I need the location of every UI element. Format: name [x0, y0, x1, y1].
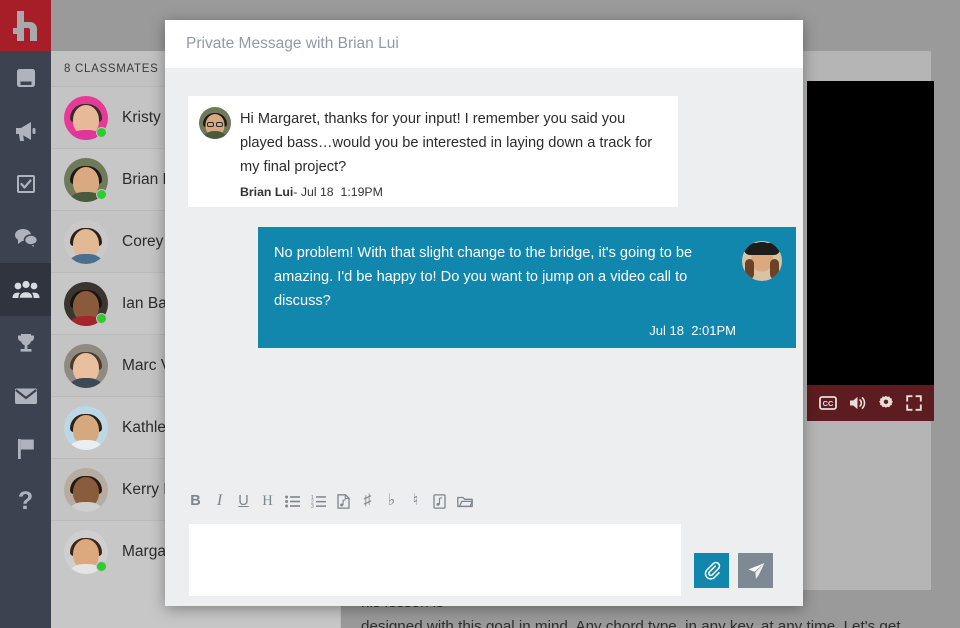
- heading-icon[interactable]: H: [261, 492, 274, 510]
- nav-item-messages[interactable]: [0, 369, 51, 422]
- online-status-dot: [96, 312, 107, 324]
- message-time: 2:01PM: [691, 323, 736, 338]
- private-message-modal: Private Message with Brian Lui Hi Margar…: [165, 20, 803, 606]
- checkbox-icon: [16, 174, 35, 193]
- paperclip-icon: [704, 561, 720, 580]
- volume-icon: [849, 396, 865, 410]
- open-folder-icon[interactable]: [457, 492, 473, 510]
- nav-item-lessons[interactable]: [0, 51, 51, 104]
- message-meta: Brian Lui- Jul 18 1:19PM: [240, 185, 664, 199]
- left-nav-rail: ?: [0, 0, 51, 628]
- avatar: [64, 157, 108, 202]
- insert-score-icon[interactable]: [337, 492, 350, 510]
- message-outgoing: No problem! With that slight change to t…: [258, 227, 796, 348]
- online-status-dot: [96, 560, 107, 572]
- video-player[interactable]: [807, 81, 934, 421]
- send-message-button[interactable]: [738, 553, 773, 588]
- nav-item-assignments[interactable]: [0, 157, 51, 210]
- online-status-dot: [96, 126, 107, 138]
- closed-caption-icon: CC: [818, 396, 837, 410]
- megaphone-icon: [15, 121, 35, 141]
- people-group-icon: [12, 278, 39, 299]
- nav-item-help[interactable]: ?: [0, 475, 51, 528]
- message-meta: Jul 18 2:01PM: [274, 323, 736, 338]
- avatar: [64, 219, 108, 264]
- ordered-list-icon[interactable]: 123: [311, 492, 326, 510]
- editor-row: [165, 516, 803, 601]
- avatar: [64, 405, 108, 450]
- message-time: 1:19PM: [340, 185, 383, 199]
- message-date: Jul 18: [649, 323, 684, 338]
- chat-bubbles-icon: [14, 228, 38, 249]
- message-composer: B I U H 1 2 3 ♯ ♭ ♮: [165, 486, 803, 606]
- message-incoming: Hi Margaret, thanks for your input! I re…: [188, 96, 678, 207]
- message-thread: Hi Margaret, thanks for your input! I re…: [165, 68, 803, 486]
- message-date: Jul 18: [300, 185, 334, 199]
- avatar: [64, 467, 108, 512]
- app-root: ? 8 CLASSMATES Kristy Sc Brian Lu Corey Fu…: [0, 0, 960, 628]
- trophy-icon: [17, 333, 34, 352]
- attach-file-button[interactable]: [694, 553, 729, 588]
- unordered-list-icon[interactable]: [285, 492, 300, 510]
- send-plane-icon: [748, 562, 764, 579]
- message-separator: -: [293, 185, 298, 199]
- avatar: [64, 529, 108, 574]
- lesson-line: designed with this goal in mind. Any cho…: [361, 618, 901, 628]
- nav-item-discussions[interactable]: [0, 210, 51, 263]
- nav-item-classmates[interactable]: [0, 263, 51, 316]
- fullscreen-icon: [906, 395, 922, 411]
- avatar: [64, 281, 108, 326]
- underline-icon[interactable]: U: [237, 492, 250, 510]
- natural-icon[interactable]: ♮: [409, 492, 422, 510]
- modal-title: Private Message with Brian Lui: [186, 35, 399, 52]
- nav-item-flagged[interactable]: [0, 422, 51, 475]
- nav-item-announcements[interactable]: [0, 104, 51, 157]
- app-logo[interactable]: [0, 0, 51, 51]
- modal-header: Private Message with Brian Lui: [165, 20, 803, 68]
- italic-icon[interactable]: I: [213, 492, 226, 510]
- message-input[interactable]: [189, 524, 681, 596]
- flat-icon[interactable]: ♭: [385, 492, 398, 510]
- avatar: [64, 95, 108, 140]
- svg-text:3: 3: [311, 504, 314, 508]
- formatting-toolbar: B I U H 1 2 3 ♯ ♭ ♮: [165, 486, 803, 516]
- online-status-dot: [96, 188, 107, 200]
- question-mark-icon: ?: [17, 487, 34, 515]
- insert-media-icon[interactable]: [433, 492, 446, 510]
- envelope-icon: [14, 388, 37, 404]
- message-author: Brian Lui: [240, 185, 294, 199]
- svg-text:CC: CC: [822, 399, 833, 408]
- video-controls-bar: CC: [807, 385, 934, 421]
- nav-item-achievements[interactable]: [0, 316, 51, 369]
- bold-icon[interactable]: B: [189, 492, 202, 510]
- nav-item-list: ?: [0, 51, 51, 528]
- avatar: [199, 107, 231, 139]
- sharp-icon[interactable]: ♯: [361, 492, 374, 510]
- gear-icon: [879, 395, 894, 408]
- avatar: [742, 241, 782, 281]
- flag-icon: [17, 438, 34, 459]
- h-logo-icon: [12, 10, 37, 41]
- avatar: [64, 343, 108, 388]
- message-text: Hi Margaret, thanks for your input! I re…: [240, 111, 653, 175]
- book-icon: [16, 68, 35, 87]
- message-text: No problem! With that slight change to t…: [274, 245, 693, 309]
